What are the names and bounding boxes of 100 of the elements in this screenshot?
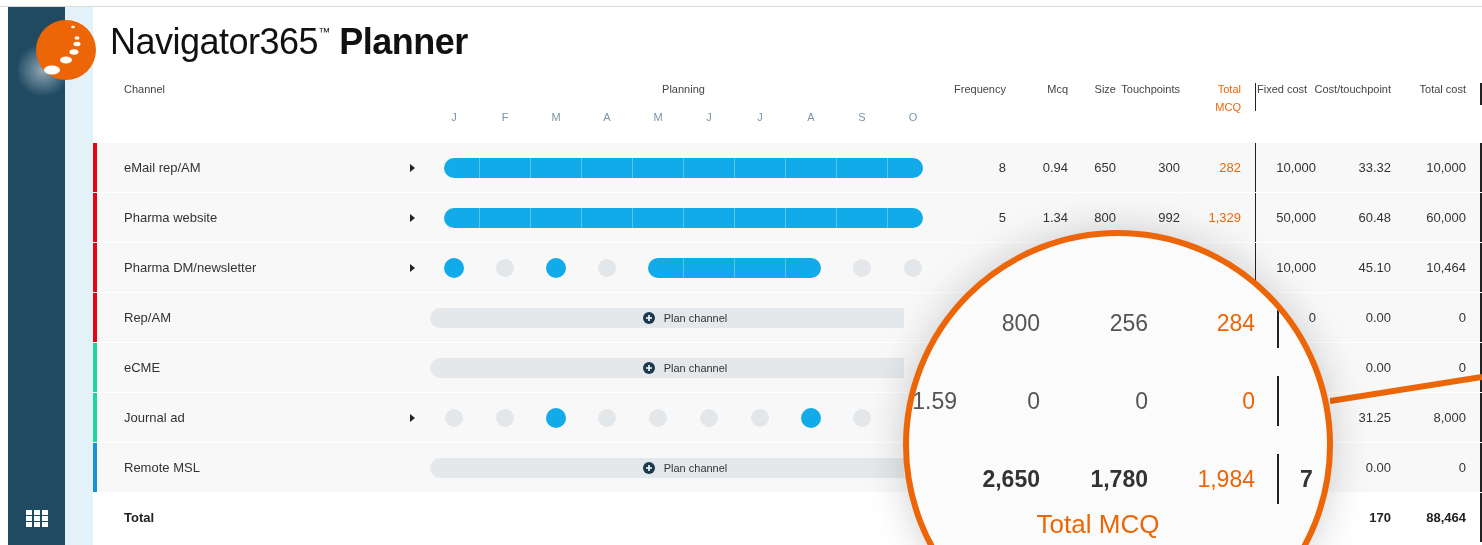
- planned-dot[interactable]: [800, 407, 821, 428]
- table-cell: 650: [1094, 160, 1116, 175]
- column-header: Mcq: [1047, 82, 1068, 97]
- expand-icon[interactable]: [409, 213, 415, 222]
- magnified-value: 0: [1135, 387, 1148, 414]
- month-label: O: [908, 111, 918, 123]
- channel-name: Remote MSL: [124, 460, 200, 475]
- planned-bar-segment[interactable]: [887, 207, 923, 228]
- table-cell: 10,000: [1426, 160, 1466, 175]
- magnified-value: 1,780: [1090, 465, 1148, 492]
- table-cell: 0: [1458, 360, 1466, 375]
- column-header: Touchpoints: [1121, 82, 1180, 97]
- table-cell: 0.00: [1365, 310, 1391, 325]
- planned-dot[interactable]: [545, 257, 566, 278]
- magnified-value: 2,650: [982, 465, 1040, 492]
- planned-bar-segment[interactable]: [836, 157, 887, 178]
- plan-channel-button[interactable]: Plan channel: [430, 457, 904, 478]
- table-cell: 5: [998, 210, 1006, 225]
- planned-bar-segment[interactable]: [785, 207, 836, 228]
- month-label: J: [451, 111, 457, 123]
- planned-dot[interactable]: [545, 407, 566, 428]
- table-cell: 0.00: [1365, 460, 1391, 475]
- month-label: F: [501, 111, 509, 123]
- apps-grid-icon[interactable]: [25, 510, 48, 527]
- total-cell: 170: [1369, 510, 1391, 525]
- table-cell: 992: [1158, 210, 1180, 225]
- table-cell: 60,000: [1426, 210, 1466, 225]
- month-label: S: [858, 111, 866, 123]
- planned-bar-segment[interactable]: [647, 257, 683, 278]
- table-cell: 8,000: [1433, 410, 1466, 425]
- month-label: M: [551, 111, 561, 123]
- channel-name: eCME: [124, 360, 161, 375]
- channel-name: Rep/AM: [124, 310, 171, 325]
- column-header: Size: [1094, 82, 1116, 97]
- magnified-value: 1.59: [912, 387, 957, 414]
- channel-name: Pharma website: [124, 210, 218, 225]
- magnified-value: 1,984: [1197, 465, 1255, 492]
- magnified-caption: Total MCQ: [1036, 509, 1160, 539]
- planned-bar-segment[interactable]: [734, 157, 785, 178]
- table-cell: 31.25: [1358, 410, 1391, 425]
- month-label: A: [603, 111, 611, 123]
- total-cell: 88,464: [1426, 510, 1466, 525]
- planned-bar-segment[interactable]: [836, 207, 887, 228]
- plan-channel-button[interactable]: Plan channel: [430, 307, 904, 328]
- app-title: Navigator365$^{™}$ Planner: [110, 21, 468, 63]
- plus-icon: [642, 461, 655, 474]
- month-label: M: [653, 111, 663, 123]
- planned-bar-segment[interactable]: [443, 207, 479, 228]
- planned-bar-segment[interactable]: [443, 157, 479, 178]
- planned-bar-segment[interactable]: [632, 207, 683, 228]
- planned-bar-segment[interactable]: [632, 157, 683, 178]
- planned-bar-segment[interactable]: [479, 207, 530, 228]
- planned-bar-segment[interactable]: [683, 257, 734, 278]
- planned-bar-segment[interactable]: [785, 257, 821, 278]
- plan-channel-button[interactable]: Plan channel: [430, 357, 904, 378]
- table-cell: 300: [1158, 160, 1180, 175]
- table-cell: 1,329: [1208, 210, 1241, 225]
- table-cell: 10,000: [1276, 260, 1316, 275]
- magnified-value: 0: [1027, 387, 1040, 414]
- expand-icon[interactable]: [409, 413, 415, 422]
- table-cell: 282: [1219, 160, 1241, 175]
- magnified-value: 284: [1216, 309, 1255, 336]
- planned-bar-segment[interactable]: [530, 207, 581, 228]
- column-header: Total cost: [1419, 82, 1466, 97]
- table-cell: 33.32: [1358, 160, 1391, 175]
- magnified-value: 0: [1242, 387, 1255, 414]
- planned-bar-segment[interactable]: [734, 257, 785, 278]
- magnified-value: 256: [1109, 309, 1148, 336]
- table-cell: 0: [1308, 310, 1316, 325]
- month-label: J: [706, 111, 712, 123]
- plus-icon: [642, 311, 655, 324]
- table-cell: 0: [1458, 310, 1466, 325]
- channel-name: Pharma DM/newsletter: [124, 260, 257, 275]
- table-cell: 8: [998, 160, 1006, 175]
- channel-name: Journal ad: [124, 410, 185, 425]
- planned-bar-segment[interactable]: [785, 157, 836, 178]
- column-header: Planning: [662, 83, 705, 95]
- planned-bar-segment[interactable]: [683, 157, 734, 178]
- planned-dot[interactable]: [443, 257, 464, 278]
- channel-name: eMail rep/AM: [124, 160, 201, 175]
- table-cell: 0.00: [1365, 360, 1391, 375]
- planned-bar-segment[interactable]: [887, 157, 923, 178]
- table-cell: 50,000: [1276, 210, 1316, 225]
- planned-bar-segment[interactable]: [530, 157, 581, 178]
- expand-icon[interactable]: [409, 163, 415, 172]
- plus-icon: [642, 361, 655, 374]
- table-cell: 800: [1094, 210, 1116, 225]
- planned-bar-segment[interactable]: [479, 157, 530, 178]
- planned-bar-segment[interactable]: [581, 207, 632, 228]
- column-header: Total MCQ: [1214, 82, 1241, 115]
- planned-bar-segment[interactable]: [581, 157, 632, 178]
- month-label: A: [807, 111, 815, 123]
- magnified-value: 7: [1300, 465, 1313, 492]
- planned-bar-segment[interactable]: [734, 207, 785, 228]
- magnified-value: 800: [1001, 309, 1040, 336]
- table-cell: 60.48: [1358, 210, 1391, 225]
- column-header: Cost/touchpoint: [1314, 82, 1391, 97]
- planned-bar-segment[interactable]: [683, 207, 734, 228]
- column-header: Channel: [124, 83, 165, 95]
- expand-icon[interactable]: [409, 263, 415, 272]
